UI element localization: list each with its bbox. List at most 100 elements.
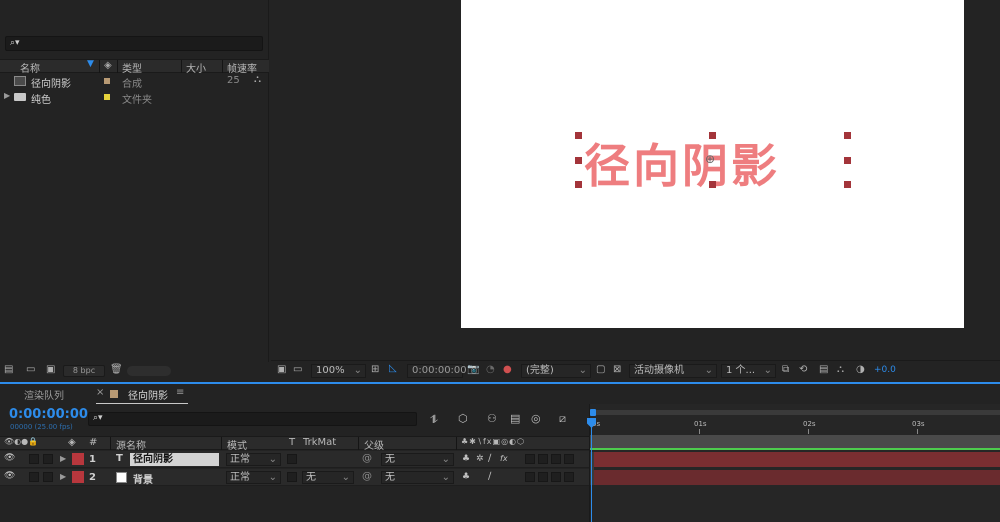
exposure-icon[interactable]: ◑ — [856, 364, 865, 375]
flowchart-icon[interactable]: ⛬ — [837, 364, 844, 375]
work-area-bar[interactable] — [590, 410, 1000, 415]
color-channels-icon[interactable]: ● — [503, 364, 512, 375]
thumbnail-slider[interactable] — [127, 366, 171, 376]
label-tag-icon[interactable]: ◈ — [104, 60, 112, 71]
transform-handle[interactable] — [844, 132, 851, 139]
playhead-line[interactable] — [591, 418, 592, 522]
graph-editor-icon[interactable]: ⧄ — [559, 412, 566, 426]
new-folder-icon[interactable]: ▭ — [26, 364, 35, 375]
quality-switch-icon[interactable]: ∕ — [488, 471, 491, 482]
resolution-dropdown[interactable]: (完整) ⌄ — [521, 364, 591, 378]
column-fps[interactable]: 帧速率 — [227, 60, 257, 75]
3d-layer-switch[interactable] — [564, 454, 574, 464]
camera-snapshot-icon[interactable]: 📷 — [467, 364, 479, 375]
adjustment-switch[interactable] — [551, 472, 561, 482]
parent-dropdown[interactable]: 无 ⌄ — [381, 453, 454, 466]
expand-triangle-icon[interactable]: ▶ — [4, 91, 10, 100]
composition-canvas[interactable]: 径向阴影 ⊕ — [461, 0, 964, 328]
3d-layer-switch[interactable] — [564, 472, 574, 482]
layer-name[interactable]: 径向阴影 — [130, 453, 219, 466]
frame-blending-icon[interactable]: ▤ — [510, 412, 520, 425]
new-composition-icon[interactable]: ▣ — [46, 364, 55, 375]
motion-blur-switch[interactable] — [538, 472, 548, 482]
viewer-timecode[interactable]: 0:00:00:00 — [407, 364, 467, 378]
exposure-value[interactable]: +0.0 — [874, 365, 896, 375]
column-t[interactable]: T — [289, 437, 295, 448]
blend-mode-dropdown[interactable]: 正常 ⌄ — [226, 471, 281, 484]
collapse-switch-icon[interactable]: ✲ — [476, 454, 484, 464]
view-layout-dropdown[interactable]: 1 个... ⌄ — [721, 364, 776, 378]
pickwhip-icon[interactable]: @ — [362, 453, 372, 464]
motion-blur-icon[interactable]: ◎ — [531, 412, 541, 425]
column-size[interactable]: 大小 — [186, 60, 206, 75]
show-snapshot-icon[interactable]: ◔ — [486, 364, 495, 375]
lock-toggle[interactable] — [43, 472, 53, 482]
label-tag-icon[interactable]: ◈ — [68, 437, 76, 448]
layer-label-color[interactable] — [72, 471, 84, 483]
label-swatch[interactable] — [104, 78, 110, 84]
layer-name[interactable]: 背景 — [133, 471, 153, 486]
column-num[interactable]: # — [89, 437, 97, 448]
preserve-transparency-toggle[interactable] — [287, 472, 297, 482]
layer-row-2[interactable]: 👁 ▶ 2 背景 正常 ⌄ 无 ⌄ @ 无 ⌄ ♣ ∕ — [0, 469, 589, 486]
mask-visibility-icon[interactable]: ◺ — [389, 363, 397, 374]
bpc-button[interactable]: 8 bpc — [63, 365, 105, 377]
eye-icon[interactable]: 👁 — [4, 471, 15, 481]
switches-icons[interactable]: ♣✱∖fx▣◎◐⬡ — [461, 437, 525, 446]
shy-switch-icon[interactable]: ♣ — [462, 454, 470, 464]
timeline-track-area[interactable]: 0s 01s 02s 03s — [587, 404, 1000, 522]
interpret-footage-icon[interactable]: ▤ — [4, 364, 13, 375]
transform-handle[interactable] — [709, 132, 716, 139]
column-name[interactable]: 名称 — [20, 60, 40, 75]
lock-toggle[interactable] — [43, 454, 53, 464]
tab-menu-icon[interactable]: ≡ — [176, 387, 184, 398]
region-of-interest-icon[interactable]: ▢ — [596, 364, 605, 375]
eye-icon[interactable]: 👁 — [4, 453, 15, 463]
quality-switch-icon[interactable]: ∕ — [488, 453, 491, 464]
transform-handle[interactable] — [709, 181, 716, 188]
fast-preview-icon[interactable]: ⟲ — [799, 364, 807, 375]
work-area-start-handle[interactable] — [590, 409, 596, 416]
always-preview-icon[interactable]: ▣ — [277, 364, 286, 375]
solo-toggle[interactable] — [29, 472, 39, 482]
timeline-search-input[interactable]: ⌕▾ — [88, 412, 417, 426]
trash-icon[interactable]: 🗑 — [110, 364, 123, 375]
project-search-input[interactable]: ⌕▾ — [5, 36, 263, 51]
frame-blend-switch[interactable] — [525, 472, 535, 482]
column-type[interactable]: 类型 — [122, 60, 142, 75]
tab-render-queue[interactable]: 渲染队列 — [24, 387, 64, 402]
label-swatch[interactable] — [104, 94, 110, 100]
layer-label-color[interactable] — [72, 453, 84, 465]
transform-handle[interactable] — [575, 132, 582, 139]
blend-mode-dropdown[interactable]: 正常 ⌄ — [226, 453, 281, 466]
monitor-icon[interactable]: ▭ — [293, 364, 302, 375]
project-item-comp[interactable]: 径向阴影 合成 25 ⛬ — [0, 74, 269, 90]
av-features-icons[interactable]: 👁◐●🔒 — [4, 437, 38, 446]
layer-row-1[interactable]: 👁 ▶ 1 T 径向阴影 正常 ⌄ @ 无 ⌄ ♣ ✲ ∕ fx — [0, 451, 589, 468]
transform-handle[interactable] — [575, 181, 582, 188]
timeline-icon[interactable]: ▤ — [819, 364, 828, 375]
tab-comp[interactable]: 径向阴影 — [128, 387, 168, 402]
motion-blur-switch[interactable] — [538, 454, 548, 464]
expand-triangle-icon[interactable]: ▶ — [60, 454, 66, 463]
frame-blend-switch[interactable] — [525, 454, 535, 464]
column-source-name[interactable]: 源名称 — [116, 437, 146, 452]
sort-arrow-icon[interactable]: ▼ — [87, 59, 94, 69]
column-mode[interactable]: 模式 — [227, 437, 247, 452]
column-parent[interactable]: 父级 — [364, 437, 384, 452]
anchor-point-icon[interactable]: ⊕ — [705, 152, 715, 166]
close-tab-icon[interactable]: × — [96, 387, 104, 398]
expand-triangle-icon[interactable]: ▶ — [60, 472, 66, 481]
pickwhip-icon[interactable]: @ — [362, 471, 372, 482]
camera-dropdown[interactable]: 活动摄像机 ⌄ — [629, 364, 717, 378]
composition-flowchart-icon[interactable]: ⥮ — [430, 413, 438, 427]
effects-switch-icon[interactable]: fx — [500, 454, 508, 463]
preserve-transparency-toggle[interactable] — [287, 454, 297, 464]
text-layer-bounds[interactable]: 径向阴影 ⊕ — [575, 132, 851, 193]
transform-handle[interactable] — [844, 181, 851, 188]
shy-switch-icon[interactable]: ♣ — [462, 472, 470, 482]
toggle-pixel-aspect-icon[interactable]: ⧉ — [782, 364, 789, 375]
safe-margins-icon[interactable]: ⊞ — [371, 364, 379, 375]
layer-bar-1[interactable] — [594, 452, 1000, 467]
project-item-folder[interactable]: ▶ 纯色 文件夹 — [0, 90, 269, 106]
